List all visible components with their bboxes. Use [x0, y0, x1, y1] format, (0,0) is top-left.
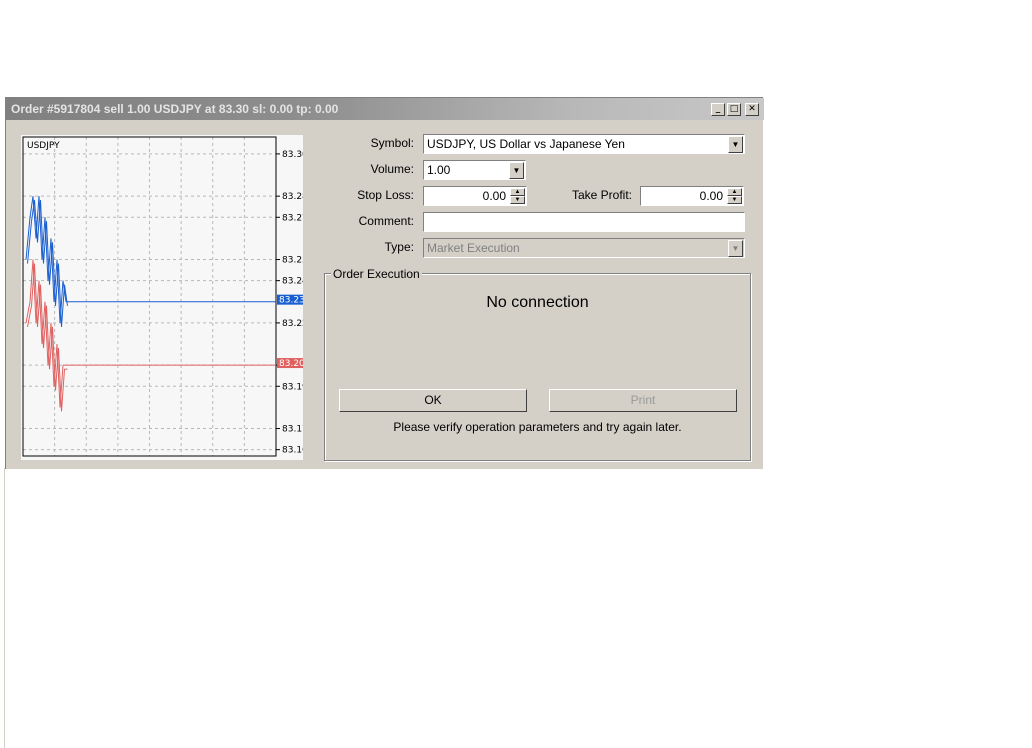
print-button[interactable]: Print: [549, 389, 737, 412]
price-chart: 83.30 83.28 83.27 83.25 83.24 83.22 83.20 83.19…: [21, 135, 303, 460]
y-tick-label: 83.19: [282, 382, 303, 392]
ok-button[interactable]: OK: [339, 389, 527, 412]
group-title: Order Execution: [331, 267, 422, 281]
y-tick-label: 83.28: [282, 192, 303, 202]
price-marker-label: 83.20: [279, 359, 303, 369]
minimize-button[interactable]: _: [711, 103, 725, 116]
stoploss-value: 0.00: [482, 189, 506, 203]
series-segment: [25, 301, 31, 324]
spin-down-icon[interactable]: ▼: [727, 196, 742, 204]
chevron-down-icon[interactable]: ▼: [509, 162, 524, 179]
series-segment: [27, 305, 32, 328]
y-tick-label: 83.25: [282, 256, 303, 266]
volume-select[interactable]: 1.00 ▼: [423, 160, 526, 180]
chart-svg: 83.30 83.28 83.27 83.25 83.24 83.22 83.20 83.19…: [22, 136, 303, 457]
comment-label: Comment:: [358, 214, 414, 228]
chevron-down-icon[interactable]: ▼: [728, 136, 743, 153]
comment-input[interactable]: [423, 212, 745, 232]
y-tick-label: 83.24: [282, 277, 303, 287]
takeprofit-spinner[interactable]: ▲ ▼: [727, 188, 742, 205]
volume-label: Volume:: [370, 162, 414, 176]
connection-status: No connection: [486, 294, 589, 311]
chart-title: USDJPY: [27, 141, 60, 151]
stoploss-spinner[interactable]: ▲ ▼: [510, 188, 525, 205]
spin-up-icon[interactable]: ▲: [727, 188, 742, 196]
volume-value: 1.00: [427, 163, 451, 177]
y-tick-label: 83.17: [282, 425, 303, 435]
order-execution-group: Order Execution No connection OK Print P…: [324, 267, 751, 461]
stoploss-label: Stop Loss:: [357, 188, 414, 202]
type-value: Market Execution: [427, 241, 520, 255]
price-marker-label: 83.23: [279, 296, 303, 306]
y-tick-label: 83.22: [282, 319, 303, 329]
title-bar[interactable]: Order #5917804 sell 1.00 USDJPY at 83.30…: [6, 98, 764, 120]
spin-up-icon[interactable]: ▲: [510, 188, 525, 196]
symbol-select[interactable]: USDJPY, US Dollar vs Japanese Yen ▼: [423, 134, 745, 154]
type-label: Type:: [384, 240, 414, 254]
y-tick-label: 83.16: [282, 446, 303, 456]
spin-down-icon[interactable]: ▼: [510, 196, 525, 204]
symbol-value: USDJPY, US Dollar vs Japanese Yen: [427, 137, 625, 151]
y-tick-label: 83.27: [282, 213, 303, 223]
window-title: Order #5917804 sell 1.00 USDJPY at 83.30…: [11, 102, 339, 116]
chevron-down-icon[interactable]: ▼: [728, 240, 743, 257]
takeprofit-value: 0.00: [699, 189, 723, 203]
type-select[interactable]: Market Execution ▼: [423, 238, 745, 258]
order-dialog: Order #5917804 sell 1.00 USDJPY at 83.30…: [5, 97, 764, 469]
stoploss-input[interactable]: 0.00 ▲ ▼: [423, 186, 527, 206]
symbol-label: Symbol:: [370, 136, 414, 150]
takeprofit-label: Take Profit:: [571, 188, 632, 202]
chart-panel-edge: [303, 242, 319, 460]
close-button[interactable]: ✕: [745, 103, 759, 116]
window-edge: [4, 468, 5, 748]
status-message: Please verify operation parameters and t…: [393, 420, 682, 434]
y-tick-label: 83.30: [282, 150, 303, 160]
takeprofit-input[interactable]: 0.00 ▲ ▼: [640, 186, 744, 206]
maximize-button[interactable]: □: [727, 103, 741, 116]
